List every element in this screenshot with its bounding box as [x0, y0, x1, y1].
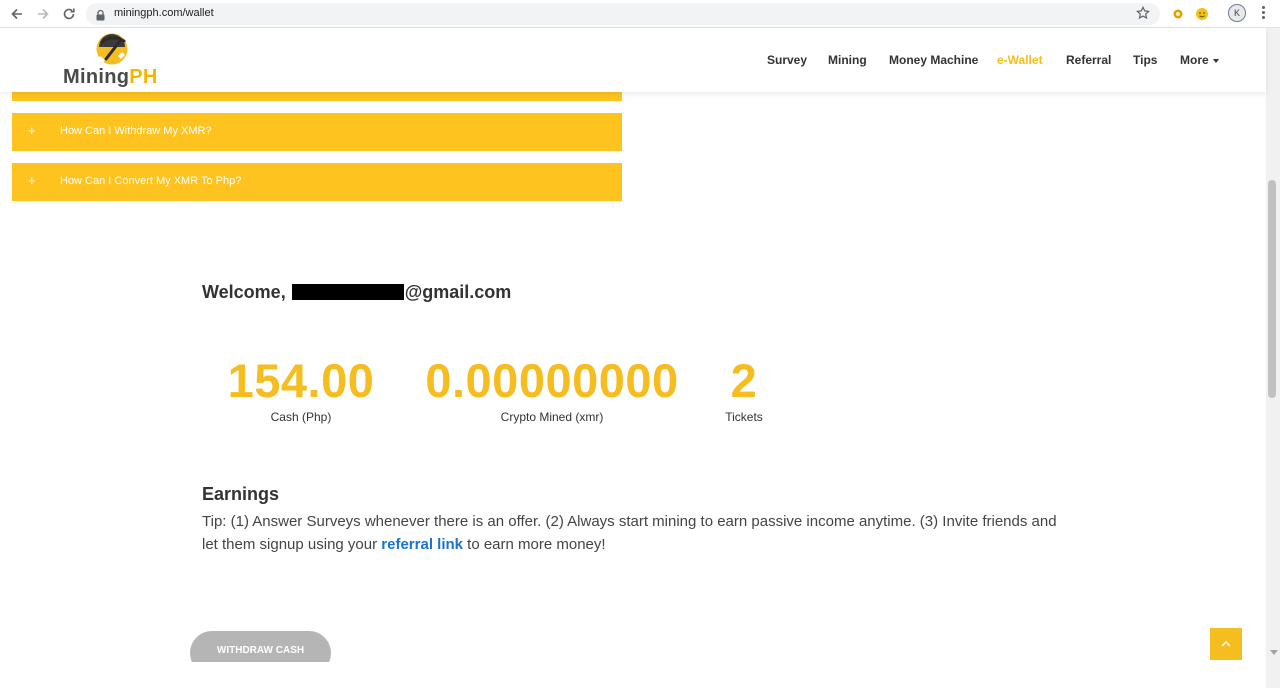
browser-toolbar: miningph.com/wallet K: [0, 0, 1280, 28]
site-header: MiningPH Survey Mining Money Machine e-W…: [0, 28, 1266, 92]
extension-coin-icon[interactable]: [1170, 6, 1186, 22]
caret-down-icon: [1212, 58, 1219, 63]
faq-item-label: How Can I Convert My XMR To Php?: [60, 175, 242, 187]
stat-crypto-label: Crypto Mined (xmr): [500, 410, 604, 424]
faq-item-convert-xmr[interactable]: + How Can I Convert My XMR To Php?: [12, 163, 622, 201]
welcome-heading: Welcome, @gmail.com: [202, 282, 511, 303]
url-text: miningph.com/wallet: [114, 7, 214, 19]
nav-item-referral[interactable]: Referral: [1066, 53, 1111, 67]
nav-item-more[interactable]: More: [1180, 53, 1219, 67]
stat-cash-label: Cash (Php): [270, 410, 332, 424]
viewport-bottom: [0, 662, 1266, 688]
nav-item-tips[interactable]: Tips: [1133, 53, 1157, 67]
reload-icon[interactable]: [60, 5, 78, 23]
stat-tickets-value: 2: [730, 354, 758, 407]
earnings-tip-text: Tip: (1) Answer Surveys whenever there i…: [202, 513, 1057, 553]
welcome-prefix: Welcome,: [202, 282, 286, 302]
extension-emoji-icon[interactable]: [1194, 6, 1210, 22]
bookmark-star-icon[interactable]: [1136, 5, 1150, 25]
stat-tickets-label: Tickets: [725, 410, 763, 424]
scroll-down-arrow-icon[interactable]: [1270, 650, 1278, 655]
redacted-email-username: [291, 284, 404, 300]
earnings-tip: Tip: (1) Answer Surveys whenever there i…: [202, 510, 1062, 556]
nav-item-more-label: More: [1180, 53, 1209, 67]
forward-arrow-icon[interactable]: [34, 5, 52, 23]
nav-item-money-machine[interactable]: Money Machine: [889, 53, 978, 67]
address-bar[interactable]: miningph.com/wallet: [86, 3, 1160, 25]
browser-menu-icon[interactable]: [1262, 6, 1266, 21]
scrollbar-thumb[interactable]: [1268, 180, 1276, 398]
logo-text-ph: PH: [129, 66, 158, 88]
pickaxe-logo-icon[interactable]: [94, 32, 130, 66]
faq-item-withdraw-xmr[interactable]: + How Can I Withdraw My XMR?: [12, 113, 622, 151]
stat-tickets: 2 Tickets: [704, 354, 784, 425]
faq-item-partial[interactable]: [12, 92, 622, 101]
lock-icon: [96, 8, 105, 26]
referral-link[interactable]: referral link: [381, 536, 463, 553]
faq-item-label: How Can I Withdraw My XMR?: [60, 125, 212, 137]
site-logo[interactable]: MiningPH: [63, 66, 158, 89]
welcome-email-domain: @gmail.com: [404, 282, 512, 302]
stat-cash-value: 154.00: [227, 354, 375, 407]
logo-text-mining: Mining: [63, 66, 130, 88]
back-to-top-button[interactable]: [1210, 628, 1242, 660]
back-arrow-icon[interactable]: [8, 5, 26, 23]
stat-crypto: 0.00000000 Crypto Mined (xmr): [412, 354, 692, 425]
stat-crypto-value: 0.00000000: [425, 354, 679, 407]
nav-item-e-wallet[interactable]: e-Wallet: [997, 53, 1043, 67]
plus-icon: +: [28, 123, 36, 138]
profile-avatar[interactable]: K: [1228, 4, 1246, 22]
nav-item-survey[interactable]: Survey: [767, 53, 807, 67]
stat-cash: 154.00 Cash (Php): [212, 354, 390, 425]
nav-item-mining[interactable]: Mining: [828, 53, 867, 67]
earnings-title: Earnings: [202, 484, 280, 504]
plus-icon: +: [28, 173, 36, 188]
chevron-up-icon: [1221, 635, 1231, 653]
earnings-tip-text-end: to earn more money!: [463, 536, 606, 553]
